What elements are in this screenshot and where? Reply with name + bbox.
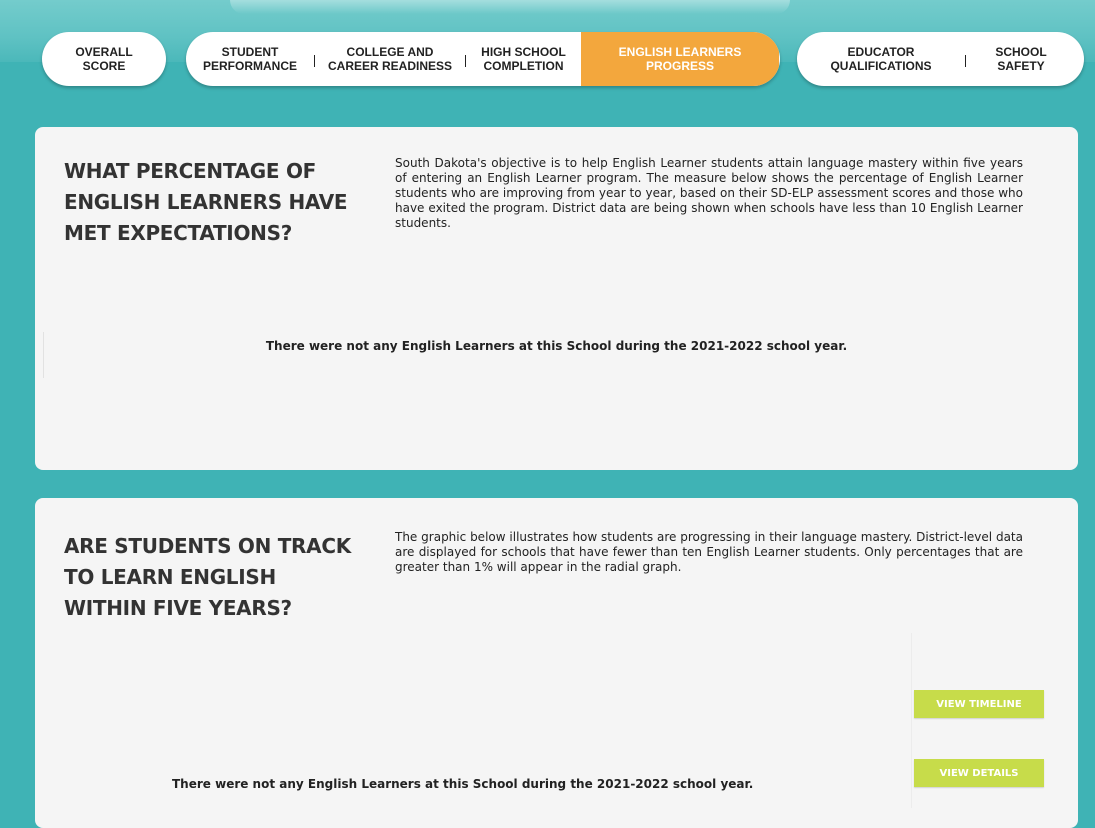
section-heading: ARE STUDENTS ON TRACK TO LEARN ENGLISH W…: [64, 534, 351, 620]
tab-label: COLLEGE AND CAREER READINESS: [327, 45, 453, 73]
tab-label: OVERALL SCORE: [75, 45, 133, 73]
tab-label: EDUCATOR QUALIFICATIONS: [830, 45, 932, 73]
nav-pill-right: EDUCATOR QUALIFICATIONS SCHOOL SAFETY: [797, 32, 1084, 86]
divider: [911, 633, 912, 808]
tab-educator-qualifications[interactable]: EDUCATOR QUALIFICATIONS: [797, 32, 965, 86]
tab-label: SCHOOL SAFETY: [995, 45, 1047, 73]
view-timeline-button[interactable]: VIEW TIMELINE: [914, 690, 1044, 718]
section-description: South Dakota's objective is to help Engl…: [395, 156, 1023, 230]
nav-pill-main: STUDENT PERFORMANCE COLLEGE AND CAREER REA…: [186, 32, 780, 86]
tab-label: HIGH SCHOOL COMPLETION: [481, 45, 566, 73]
top-band-highlight: [230, 0, 790, 14]
tab-english-learners-progress[interactable]: ENGLISH LEARNERS PROGRESS: [581, 32, 779, 86]
tab-student-performance[interactable]: STUDENT PERFORMANCE: [186, 32, 314, 86]
no-data-notice: There were not any English Learners at t…: [172, 777, 754, 791]
tab-label: ENGLISH LEARNERS PROGRESS: [618, 45, 742, 73]
tab-high-school-completion[interactable]: HIGH SCHOOL COMPLETION: [466, 32, 581, 86]
nav-pill-overall: OVERALL SCORE: [42, 32, 166, 86]
tab-label: STUDENT PERFORMANCE: [202, 45, 297, 73]
tab-college-career-readiness[interactable]: COLLEGE AND CAREER READINESS: [315, 32, 465, 86]
section-heading: WHAT PERCENTAGE OF ENGLISH LEARNERS HAVE…: [64, 159, 348, 245]
tab-overall-score[interactable]: OVERALL SCORE: [42, 32, 166, 86]
section-description: The graphic below illustrates how studen…: [395, 530, 1023, 574]
el-on-track-panel: ARE STUDENTS ON TRACK TO LEARN ENGLISH W…: [35, 498, 1078, 828]
tab-school-safety[interactable]: SCHOOL SAFETY: [966, 32, 1076, 86]
view-details-button[interactable]: VIEW DETAILS: [914, 759, 1044, 787]
el-met-expectations-panel: WHAT PERCENTAGE OF ENGLISH LEARNERS HAVE…: [35, 127, 1078, 470]
no-data-notice: There were not any English Learners at t…: [265, 339, 848, 353]
